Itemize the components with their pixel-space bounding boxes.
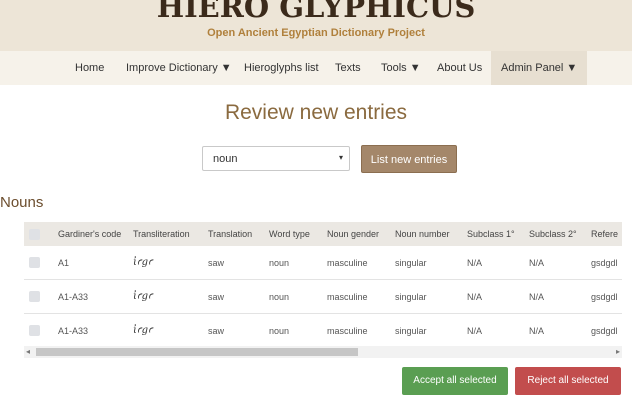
table-row: A1-A33 ἰꜥgꜥ saw noun masculine singular …: [24, 313, 622, 346]
entries-table-container: Gardiner's code Transliteration Translat…: [24, 222, 622, 346]
row-checkbox[interactable]: [29, 257, 40, 269]
col-word-type[interactable]: Word type: [269, 222, 327, 246]
cell-gardiners-code: A1-A33: [58, 313, 133, 346]
col-noun-number[interactable]: Noun number: [395, 222, 467, 246]
col-transliteration[interactable]: Transliteration: [133, 222, 208, 246]
accept-all-selected-button[interactable]: Accept all selected: [402, 367, 508, 395]
cell-translation: saw: [208, 279, 269, 314]
nav-home[interactable]: Home: [75, 51, 104, 85]
col-subclass-1[interactable]: Subclass 1°: [467, 222, 529, 246]
cell-noun-gender: masculine: [327, 279, 395, 314]
cell-noun-number: singular: [395, 279, 467, 314]
cell-noun-gender: masculine: [327, 246, 395, 280]
cell-gardiners-code: A1-A33: [58, 279, 133, 314]
cell-subclass-2: N/A: [529, 279, 591, 314]
row-checkbox[interactable]: [29, 325, 40, 337]
select-all-checkbox[interactable]: [29, 228, 40, 240]
select-value: noun: [213, 153, 238, 165]
list-new-entries-button[interactable]: List new entries: [361, 145, 457, 173]
col-noun-gender[interactable]: Noun gender: [327, 222, 395, 246]
cell-reference: gsdgdl: [591, 313, 622, 346]
table-header-row: Gardiner's code Transliteration Translat…: [24, 222, 622, 246]
table-horizontal-scrollbar[interactable]: ◂ ▸: [24, 346, 622, 358]
section-title: Nouns: [0, 194, 44, 211]
main-nav: Home Improve Dictionary ▼ Hieroglyphs li…: [0, 51, 632, 85]
cell-noun-number: singular: [395, 313, 467, 346]
cell-word-type: noun: [269, 313, 327, 346]
cell-subclass-1: N/A: [467, 313, 529, 346]
cell-noun-number: singular: [395, 246, 467, 280]
cell-word-type: noun: [269, 246, 327, 280]
nav-hieroglyphs-list[interactable]: Hieroglyphs list: [244, 51, 319, 85]
col-reference[interactable]: Refere: [591, 222, 622, 246]
cell-transliteration: ἰꜥgꜥ: [133, 313, 208, 346]
scroll-left-arrow-icon[interactable]: ◂: [26, 347, 30, 356]
entries-table: Gardiner's code Transliteration Translat…: [24, 222, 622, 346]
table-row: A1-A33 ἰꜥgꜥ saw noun masculine singular …: [24, 279, 622, 314]
page-title: Review new entries: [224, 101, 408, 124]
cell-gardiners-code: A1: [58, 246, 133, 280]
chevron-down-icon: ▾: [338, 153, 343, 162]
cell-noun-gender: masculine: [327, 313, 395, 346]
cell-transliteration: ἰꜥgꜥ: [133, 246, 208, 280]
nav-admin-panel[interactable]: Admin Panel ▼: [491, 51, 588, 85]
cell-subclass-1: N/A: [467, 279, 529, 314]
col-gardiners-code[interactable]: Gardiner's code: [58, 222, 133, 246]
site-logo[interactable]: HIERO GLYPHICUS: [0, 0, 632, 24]
cell-subclass-2: N/A: [529, 313, 591, 346]
scroll-right-arrow-icon[interactable]: ▸: [616, 347, 620, 356]
col-translation[interactable]: Translation: [208, 222, 269, 246]
nav-texts[interactable]: Texts: [335, 51, 361, 85]
site-subtitle: Open Ancient Egyptian Dictionary Project: [207, 27, 425, 39]
cell-subclass-2: N/A: [529, 246, 591, 280]
cell-reference: gsdgdl: [591, 246, 622, 280]
cell-reference: gsdgdl: [591, 279, 622, 314]
cell-translation: saw: [208, 313, 269, 346]
scroll-thumb[interactable]: [36, 348, 358, 356]
cell-transliteration: ἰꜥgꜥ: [133, 279, 208, 314]
nav-improve-dictionary[interactable]: Improve Dictionary ▼: [126, 51, 232, 85]
word-type-select[interactable]: noun ▾: [202, 146, 350, 171]
row-checkbox[interactable]: [29, 291, 40, 303]
nav-about-us[interactable]: About Us: [437, 51, 482, 85]
site-header: HIERO GLYPHICUS Open Ancient Egyptian Di…: [0, 0, 632, 51]
table-row: A1 ἰꜥgꜥ saw noun masculine singular N/A …: [24, 246, 622, 280]
cell-translation: saw: [208, 246, 269, 280]
col-subclass-2[interactable]: Subclass 2°: [529, 222, 591, 246]
nav-tools[interactable]: Tools ▼: [381, 51, 421, 85]
cell-subclass-1: N/A: [467, 246, 529, 280]
cell-word-type: noun: [269, 279, 327, 314]
reject-all-selected-button[interactable]: Reject all selected: [515, 367, 621, 395]
